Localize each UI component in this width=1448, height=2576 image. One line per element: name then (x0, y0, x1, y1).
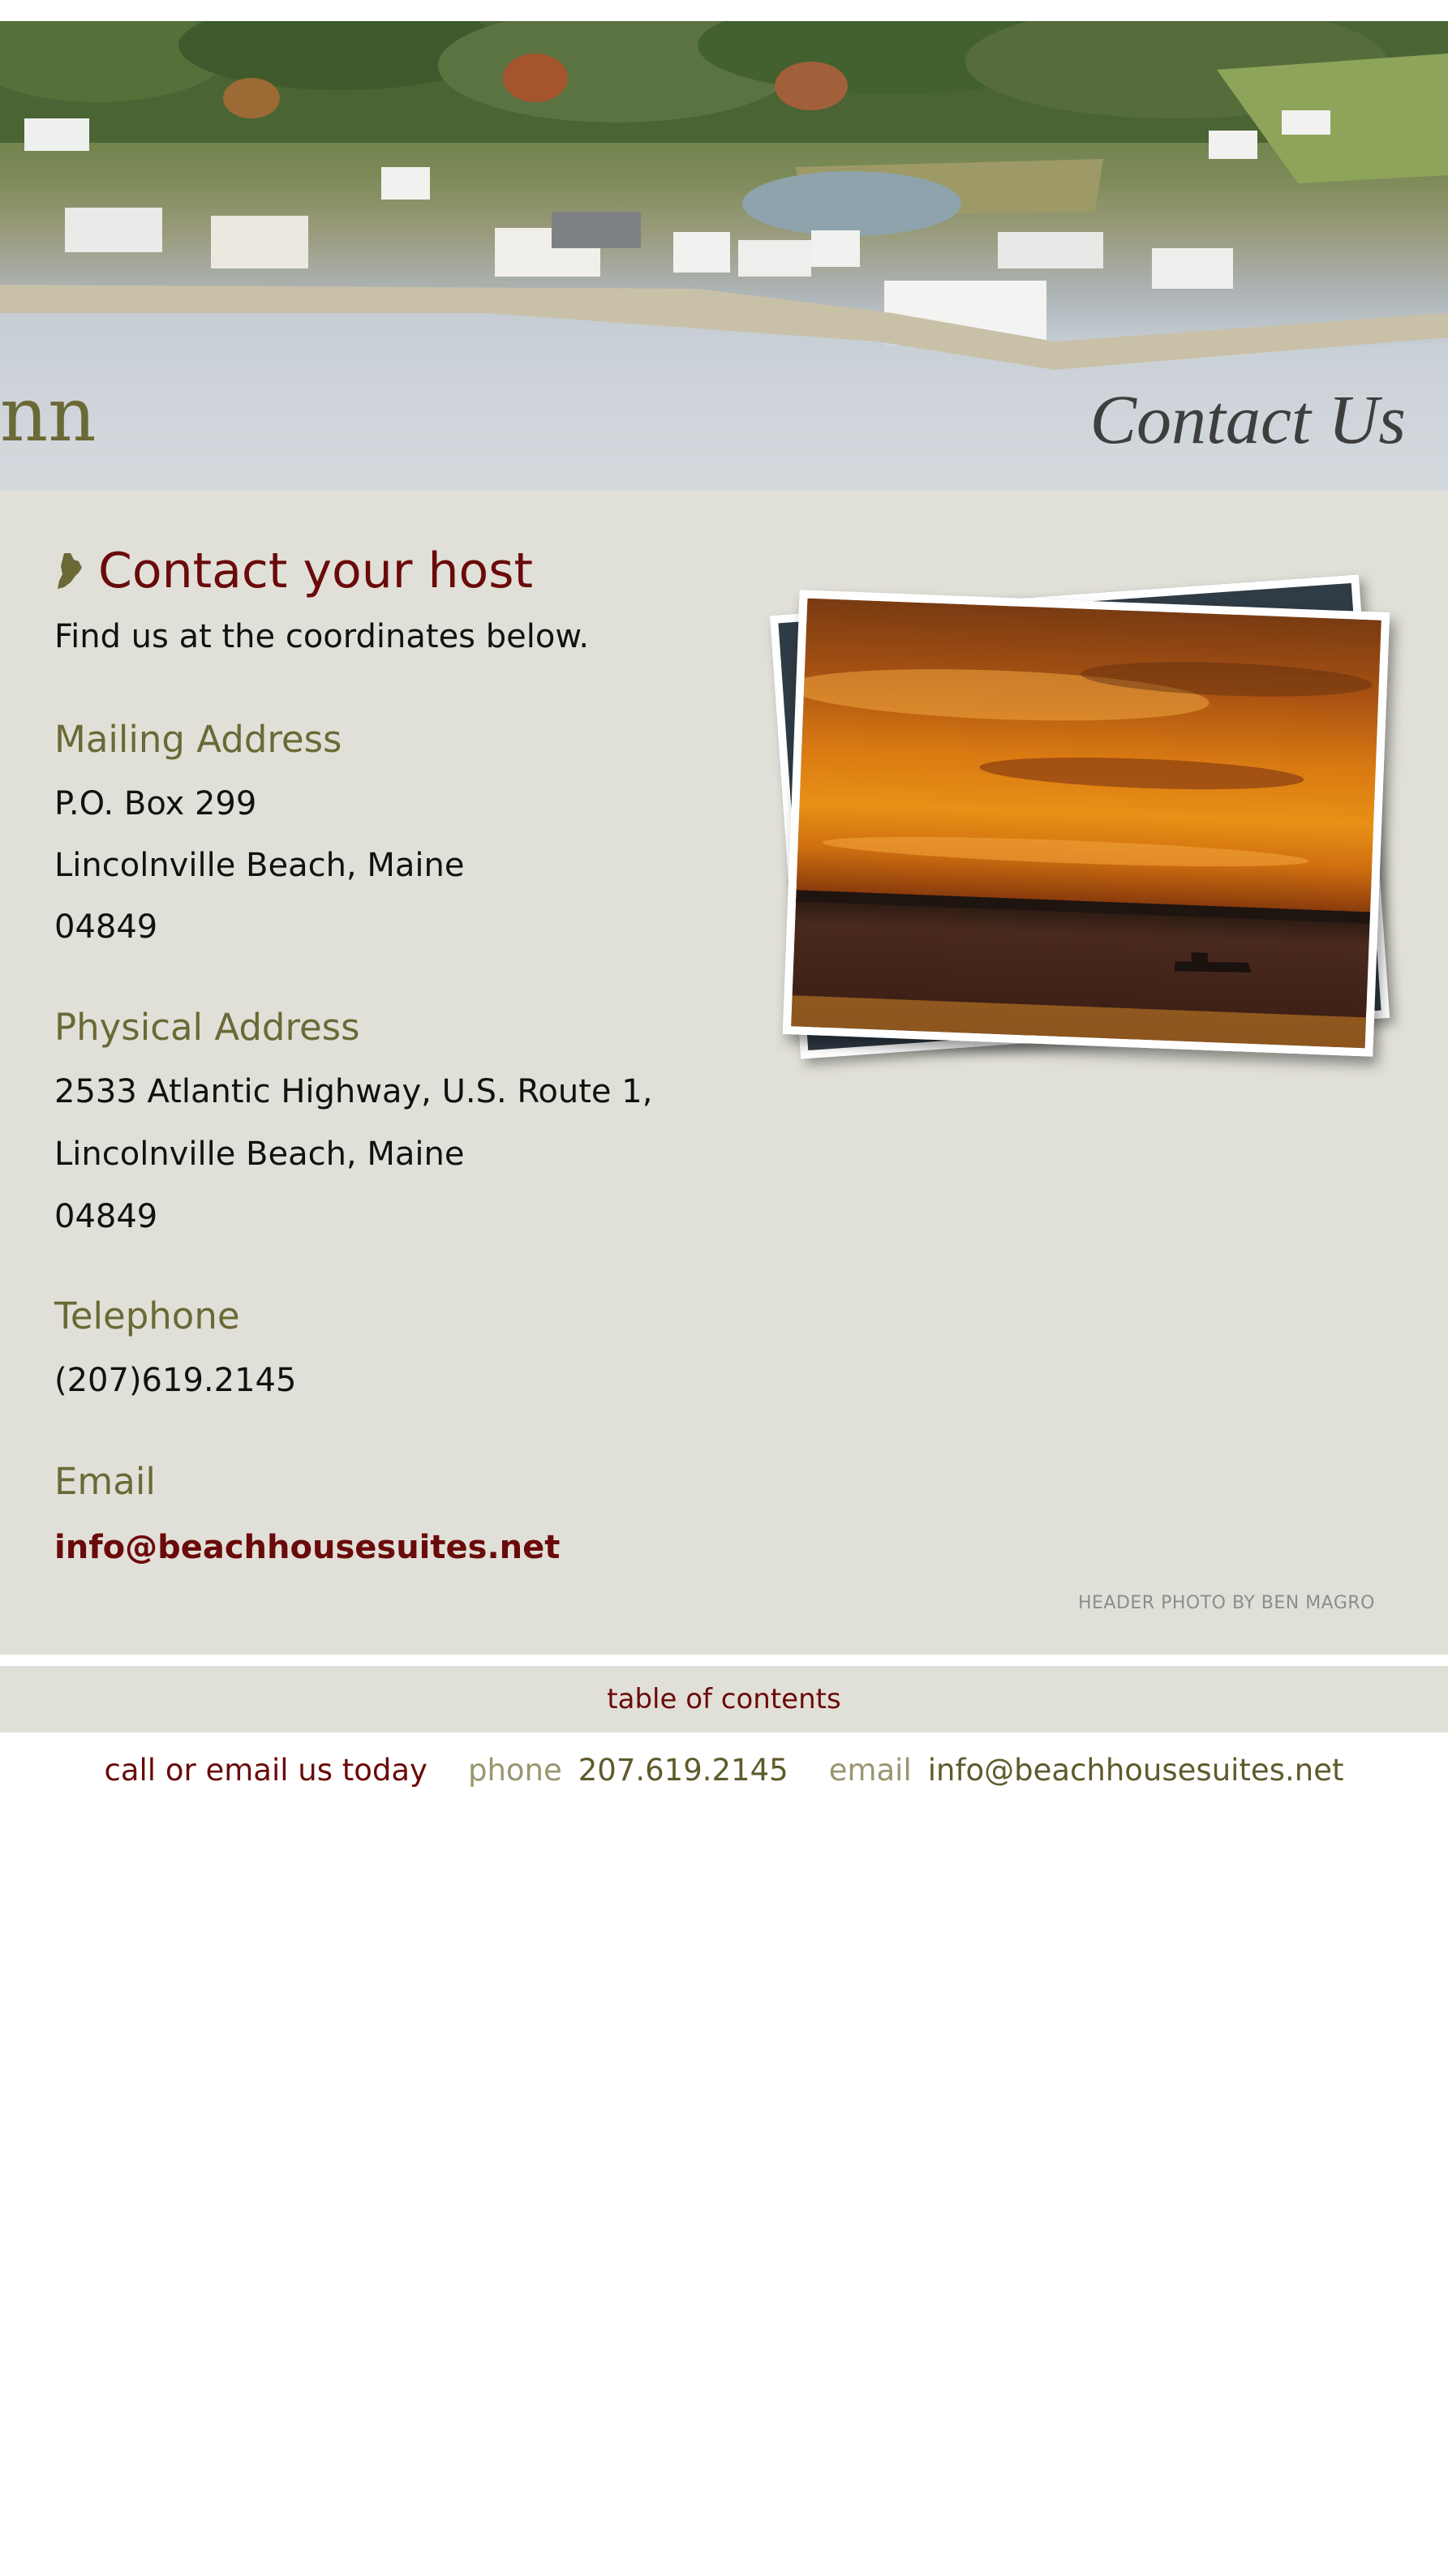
telephone-heading: Telephone (54, 1294, 240, 1337)
header-title: Contact Us (1089, 380, 1406, 458)
sunset-photo (782, 590, 1390, 1057)
footer-email-link[interactable]: info@beachhousesuites.net (928, 1753, 1344, 1788)
mailing-line-1: P.O. Box 299 (54, 785, 257, 822)
email-heading: Email (54, 1460, 156, 1503)
physical-line-3: 04849 (54, 1198, 158, 1235)
sunset-photo-stack (769, 574, 1399, 1067)
logo-fragment: nn (0, 371, 97, 458)
physical-address-heading: Physical Address (54, 1006, 360, 1049)
subtitle: Find us at the coordinates below. (54, 618, 590, 655)
phone-label: phone (467, 1752, 562, 1788)
toc-bar: table of contents (0, 1666, 1448, 1732)
contact-bar: call or email us today phone 207.619.214… (0, 1745, 1448, 1794)
physical-line-1: 2533 Atlantic Highway, U.S. Route 1, (54, 1073, 653, 1110)
telephone-number: (207)619.2145 (54, 1362, 297, 1399)
title-row: Contact your host (54, 542, 533, 600)
mailing-address-heading: Mailing Address (54, 718, 342, 761)
page-title: Contact your host (98, 543, 534, 599)
email-link[interactable]: info@beachhousesuites.net (54, 1529, 560, 1566)
maine-state-icon (58, 553, 82, 589)
mailing-line-2: Lincolnville Beach, Maine (54, 847, 465, 884)
physical-line-2: Lincolnville Beach, Maine (54, 1136, 465, 1173)
mailing-line-3: 04849 (54, 908, 158, 946)
phone-value: 207.619.2145 (578, 1752, 788, 1788)
photo-credit: HEADER PHOTO BY BEN MAGRO (1077, 1593, 1375, 1613)
table-of-contents-link[interactable]: table of contents (607, 1683, 840, 1715)
email-label: email (828, 1752, 912, 1788)
header-banner: nn Contact Us (0, 21, 1448, 491)
cta-text: call or email us today (104, 1752, 428, 1788)
sunset-scene (788, 662, 1373, 1049)
